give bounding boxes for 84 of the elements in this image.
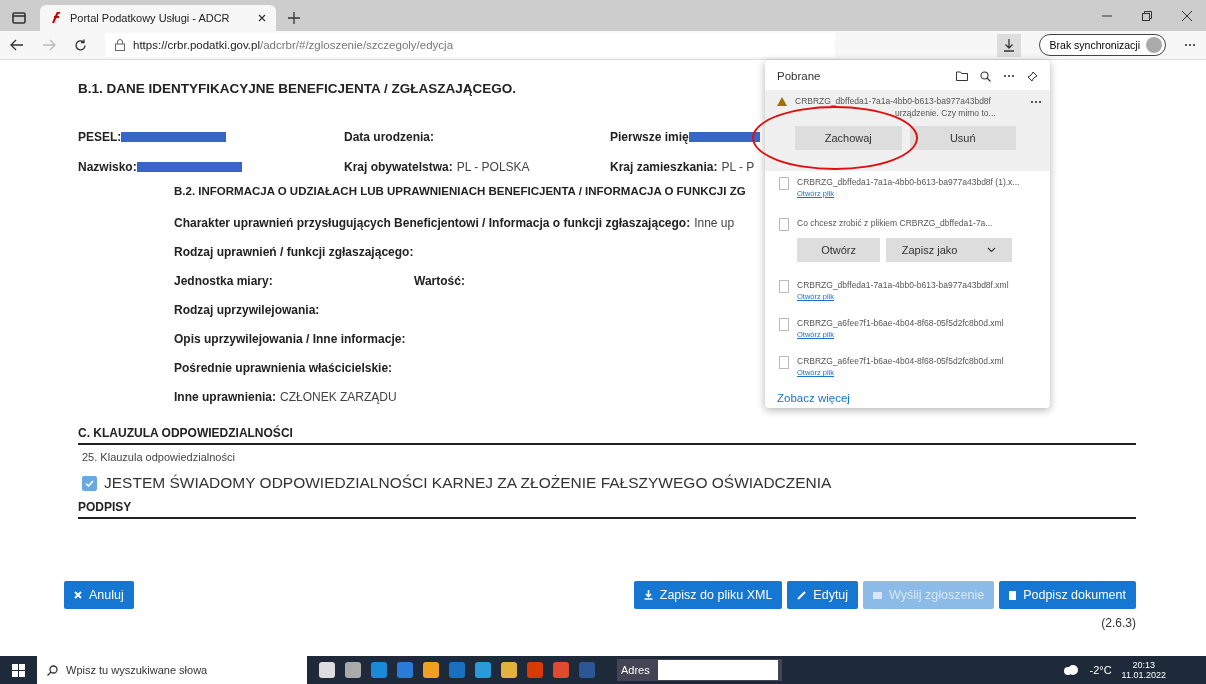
field-label: Charakter uprawnień przysługujących Beneficjentowi / Informacja o funkcji zgłaszającego: — [174, 215, 691, 230]
pencil-icon — [797, 590, 807, 600]
search-icon — [47, 664, 58, 676]
warning-icon — [777, 96, 787, 106]
checkbox[interactable] — [82, 475, 97, 491]
address-field[interactable]: https://crbr.podatki.gov.pl/adcrbr/#/zgloszenie/szczegoly/edycja — [105, 33, 835, 57]
file-name: CRBRZG_dbffeda1-7a1a-4bb0-b613-ba977a43bd8f (1).x... — [797, 176, 1020, 187]
field-label: Wartość: — [414, 273, 465, 288]
tab-actions-icon[interactable] — [12, 12, 26, 24]
field-label: Pierwsze imię — [610, 130, 689, 144]
field-label: Data urodzenia: — [344, 130, 434, 144]
document-icon — [1009, 590, 1017, 600]
field-value: PL - POLSKA — [456, 160, 530, 174]
clock-date: 11.01.2022 — [1121, 670, 1166, 680]
field-label: Rodzaj uprawnień / funkcji zgłaszającego: — [174, 244, 414, 259]
section-heading: C. KLAUZULA ODPOWIEDZIALNOŚCI — [78, 426, 293, 442]
download-action-button[interactable]: Zachowaj — [795, 126, 902, 150]
file-name: CRBRZG_a6fee7f1-b6ae-4b04-8f68-05f5d2fc8b0d.xml — [797, 356, 1004, 367]
download-action-button[interactable]: Otwórz — [797, 238, 881, 263]
download-action-button[interactable]: Zapisz jako — [886, 238, 1012, 263]
more-icon[interactable] — [1184, 43, 1196, 47]
close-icon — [74, 591, 82, 599]
start-icon[interactable] — [12, 663, 25, 677]
field-label: Nazwisko: — [78, 160, 137, 174]
field-value: Inne up — [694, 215, 735, 230]
folder-icon[interactable] — [956, 71, 968, 81]
search-icon[interactable] — [980, 70, 991, 82]
section-heading: B.1. DANE IDENTYFIKACYJNE BENEFICJENTA / ZGŁASZAJĄCEGO. — [78, 80, 517, 96]
warning-message: urządzenie. Czy mimo to... — [895, 108, 997, 118]
chevron-icon — [987, 247, 997, 254]
close-icon[interactable] — [258, 14, 266, 22]
reload-icon[interactable] — [74, 38, 87, 52]
new-tab-icon[interactable] — [288, 12, 300, 24]
restore-icon[interactable] — [1142, 11, 1152, 21]
more-icon[interactable] — [1030, 100, 1042, 104]
file-name: CRBRZG_dbffeda1-7a1a-4bb0-b613-ba977a43bd8f — [795, 96, 991, 106]
field-value: CZŁONEK ZARZĄDU — [280, 389, 397, 404]
address-input[interactable] — [657, 660, 778, 680]
download-icon[interactable] — [1002, 38, 1015, 52]
sync-button[interactable]: Brak synchronizacji — [1038, 34, 1166, 56]
clock-time: 20:13 — [1132, 660, 1156, 670]
download-action-button[interactable]: Usuń — [909, 126, 1016, 150]
weather-icon — [1063, 664, 1080, 676]
envelope-icon — [873, 591, 883, 599]
file-name: CRBRZG_dbffeda1-7a1a-4bb0-b613-ba977a43bd8f.xml — [797, 280, 1009, 291]
temperature: -2°C — [1089, 664, 1112, 676]
save-button[interactable]: Zapisz do pliku XML — [633, 581, 783, 609]
section-heading: PODPISY — [78, 500, 132, 516]
checkmark-icon — [85, 479, 94, 487]
field-label: Pośrednie uprawnienia właścicielskie: — [174, 360, 393, 375]
cancel-button[interactable]: Anuluj — [64, 581, 134, 609]
address-label: Adres — [621, 664, 650, 676]
file-icon — [779, 218, 789, 232]
field-label: Kraj zamieszkania: — [610, 160, 718, 174]
download-icon — [643, 590, 653, 600]
taskbar-search-field[interactable]: Wpisz tu wyszukiwane słowa — [37, 656, 307, 684]
sign-button[interactable]: Podpisz dokument — [999, 581, 1136, 609]
lock-icon — [115, 39, 125, 51]
field-value: PL - P — [721, 160, 755, 174]
field-label: 25. Klauzula odpowiedzialności — [82, 451, 235, 463]
more-icon[interactable] — [1003, 74, 1015, 78]
file-icon — [779, 280, 789, 294]
site-logo-icon — [50, 12, 62, 24]
see-more-link[interactable]: Zobacz więcej — [765, 388, 862, 408]
file-icon — [779, 318, 789, 332]
download-prompt: Co chcesz zrobić z plikiem CRBRZG_dbffeda1-7a... — [797, 218, 993, 231]
file-icon — [779, 176, 789, 190]
file-name: CRBRZG_a6fee7f1-b6ae-4b04-8f68-05f5d2fc8b0d.xml — [797, 318, 1004, 329]
back-icon[interactable] — [10, 39, 24, 51]
field-label: Inne uprawnienia: — [174, 389, 276, 404]
browser-tab[interactable]: Portal Podatkowy Usługi - ADCR — [40, 5, 276, 31]
close-icon[interactable] — [1182, 11, 1192, 21]
panel-title: Pobrane — [777, 70, 821, 82]
avatar-icon — [1146, 37, 1162, 53]
file-icon — [779, 356, 789, 370]
version-label: (2.6.3) — [1101, 616, 1136, 630]
field-label: Opis uprzywilejowania / Inne informacje: — [174, 331, 406, 346]
edit-button[interactable]: Edytuj — [787, 581, 859, 609]
section-heading: B.2. INFORMACJA O UDZIAŁACH LUB UPRAWNIENIACH BENEFICJENTA / INFORMACJA O FUNKCJI ZG — [174, 185, 746, 197]
field-label: PESEL: — [78, 130, 122, 144]
field-label: Rodzaj uprzywilejowania: — [174, 302, 320, 317]
checkbox-label: JESTEM ŚWIADOMY ODPOWIEDZIALNOŚCI KARNEJ ZA ZŁOŻENIE FAŁSZYWEGO OŚWIADCZENIA — [104, 474, 832, 492]
field-label: Kraj obywatelstwa: — [344, 160, 453, 174]
field-label: Jednostka miary: — [174, 273, 273, 288]
